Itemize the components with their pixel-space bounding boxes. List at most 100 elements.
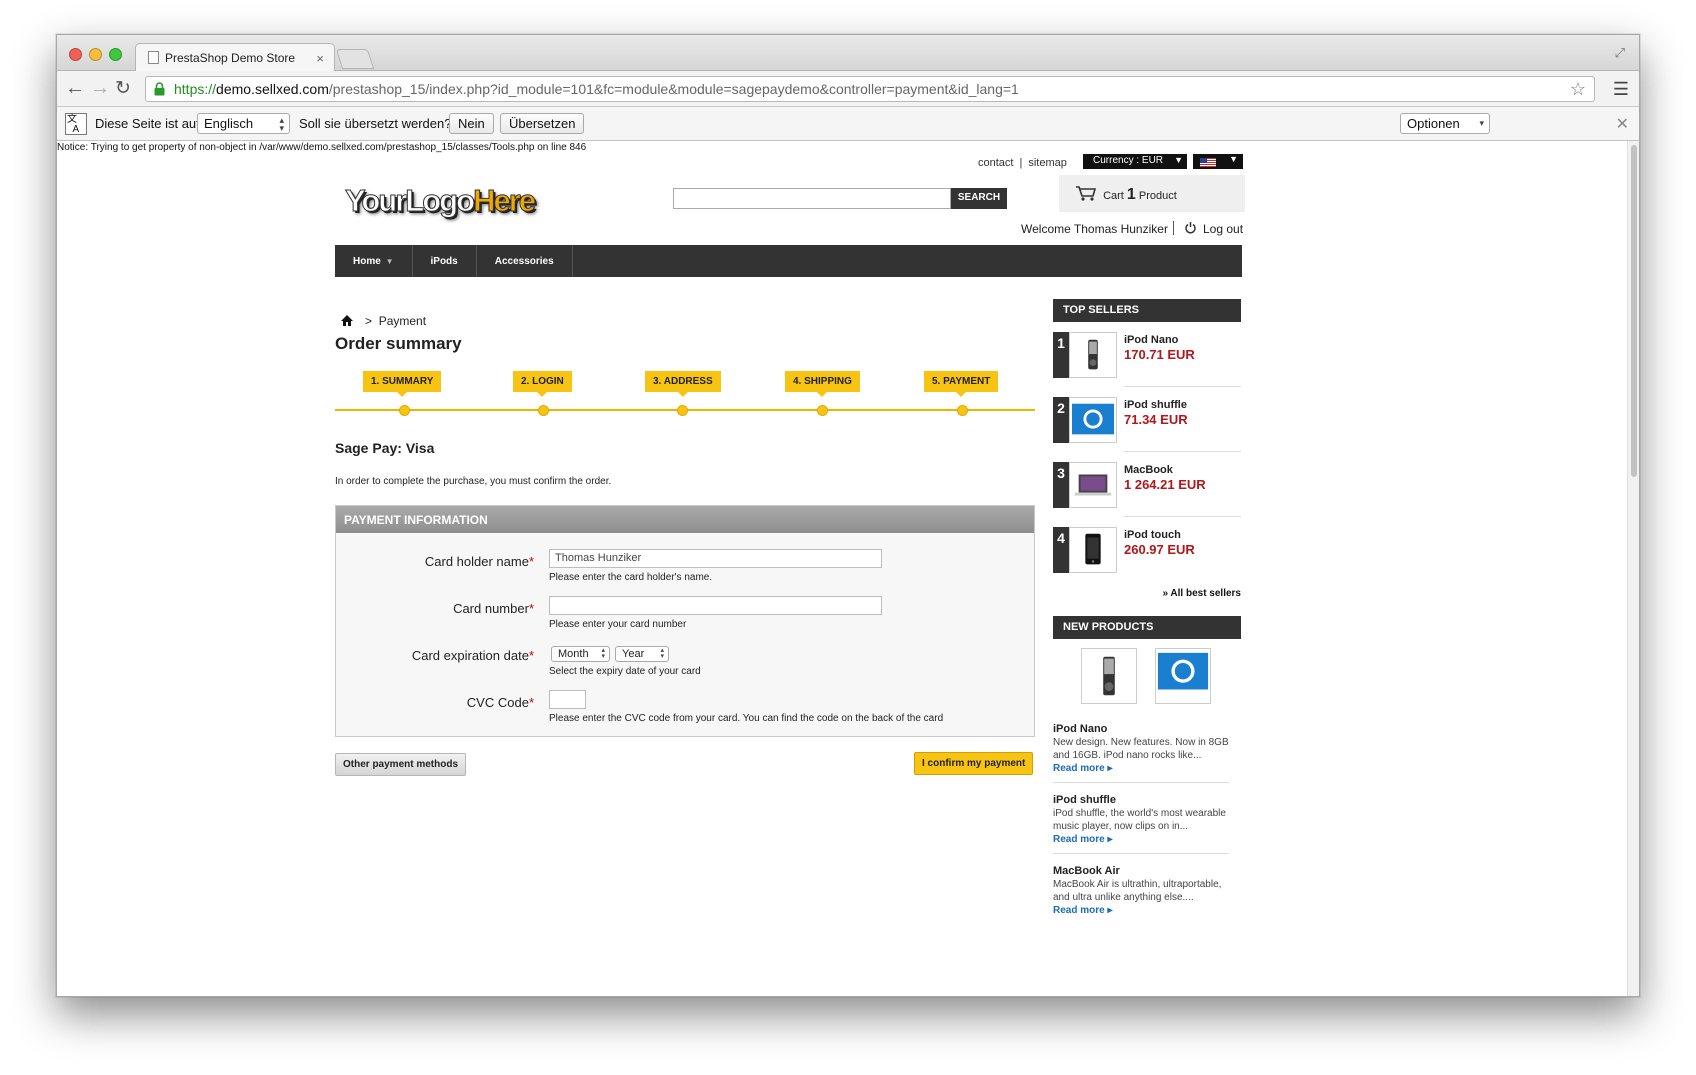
product-name[interactable]: MacBook Air xyxy=(1053,865,1233,877)
card-number-input[interactable] xyxy=(549,596,882,615)
cvc-input[interactable] xyxy=(549,690,586,709)
expiry-hint: Select the expiry date of your card xyxy=(549,666,701,677)
options-select[interactable]: Optionen ▾ xyxy=(1400,113,1490,134)
breadcrumb: > Payment xyxy=(341,314,426,328)
expiry-month-select[interactable]: Month ▴ ▾ xyxy=(551,646,610,662)
nav-accessories[interactable]: Accessories xyxy=(477,245,573,277)
home-icon[interactable] xyxy=(341,315,353,326)
new-tab-button[interactable] xyxy=(335,49,375,69)
read-more-link[interactable]: Read more ▸ xyxy=(1053,834,1233,845)
tab-close-icon[interactable]: × xyxy=(316,51,324,66)
zoom-window-button[interactable] xyxy=(109,48,122,61)
logout-link[interactable]: Log out xyxy=(1203,222,1243,236)
other-payment-methods-button[interactable]: Other payment methods xyxy=(335,753,467,776)
sitemap-link[interactable]: sitemap xyxy=(1028,157,1067,169)
browser-tab[interactable]: PrestaShop Demo Store × xyxy=(135,43,335,72)
scrollbar-thumb[interactable] xyxy=(1631,145,1637,477)
bookmark-star-icon[interactable]: ☆ xyxy=(1570,79,1586,100)
top-seller-item[interactable]: 1 iPod Nano 170.71 EUR xyxy=(1053,332,1241,388)
page-title: Order summary xyxy=(335,334,462,353)
new-product-item: iPod Nano New design. New features. Now … xyxy=(1053,723,1233,783)
no-translate-button[interactable]: Nein xyxy=(449,113,494,134)
product-description: iPod shuffle, the world's most wearable … xyxy=(1053,808,1226,832)
address-bar[interactable]: https://demo.sellxed.com/prestashop_15/i… xyxy=(145,76,1595,102)
power-icon[interactable] xyxy=(1185,221,1196,234)
step-payment[interactable]: 5. PAYMENT xyxy=(924,371,999,416)
step-login[interactable]: 2. LOGIN xyxy=(513,371,572,416)
language-value: Englisch xyxy=(204,116,254,131)
translate-button[interactable]: Übersetzen xyxy=(500,113,585,134)
confirm-payment-button[interactable]: I confirm my payment xyxy=(914,752,1034,775)
cvc-label: CVC Code* xyxy=(467,695,534,710)
cart-icon xyxy=(1076,186,1097,201)
fullscreen-icon[interactable]: ⤢ xyxy=(1615,45,1625,61)
all-best-sellers-link[interactable]: » All best sellers xyxy=(1162,588,1241,599)
step-shipping[interactable]: 4. SHIPPING xyxy=(785,371,860,416)
cvc-label-text: CVC Code xyxy=(466,695,529,710)
step-address[interactable]: 3. ADDRESS xyxy=(645,371,721,416)
tab-strip: PrestaShop Demo Store × ⤢ xyxy=(57,35,1639,72)
ipod-touch-thumbnail xyxy=(1069,527,1117,573)
language-switcher[interactable]: ▼ xyxy=(1193,154,1243,169)
contact-link[interactable]: contact xyxy=(978,157,1013,169)
step-summary[interactable]: 1. SUMMARY xyxy=(363,371,442,416)
card-holder-label-text: Card holder name xyxy=(424,554,529,569)
shop-logo[interactable]: YourLogoHere xyxy=(344,183,536,223)
product-name[interactable]: MacBook xyxy=(1124,464,1173,476)
menu-icon[interactable]: ☰ xyxy=(1613,79,1629,100)
card-holder-label: Card holder name* xyxy=(425,554,534,569)
ipod-shuffle-thumbnail[interactable] xyxy=(1155,648,1211,704)
top-seller-item[interactable]: 4 iPod touch 260.97 EUR xyxy=(1053,527,1241,583)
expiry-year-value: Year xyxy=(622,648,645,660)
currency-select[interactable]: Currency : EUR ▼ xyxy=(1083,154,1187,169)
language-select[interactable]: Englisch ▴ ▾ xyxy=(197,113,290,134)
product-name[interactable]: iPod shuffle xyxy=(1124,399,1187,411)
lock-icon xyxy=(154,82,165,96)
minimize-window-button[interactable] xyxy=(89,48,102,61)
ipod-nano-thumbnail[interactable] xyxy=(1081,648,1137,704)
expiry-label-text: Card expiration date xyxy=(411,648,529,663)
step-dot xyxy=(817,405,828,416)
nav-ipods[interactable]: iPods xyxy=(413,245,477,277)
product-name[interactable]: iPod Nano xyxy=(1053,723,1233,735)
close-window-button[interactable] xyxy=(69,48,82,61)
header-links: contact | sitemap xyxy=(975,157,1070,169)
divider xyxy=(1124,451,1241,452)
reload-icon[interactable]: ↻ xyxy=(115,77,131,100)
translate-bar: 文 A Diese Seite ist auf Englisch ▴ ▾ Soll … xyxy=(57,107,1639,141)
step-label: 1. SUMMARY xyxy=(363,371,442,397)
macbook-thumbnail xyxy=(1069,462,1117,508)
close-translate-icon[interactable]: ✕ xyxy=(1616,114,1629,134)
vertical-scrollbar[interactable] xyxy=(1627,141,1639,996)
select-arrows-icon: ▴ ▾ xyxy=(279,115,284,133)
product-name[interactable]: iPod Nano xyxy=(1124,334,1178,346)
rank-badge: 3 xyxy=(1053,462,1069,508)
step-dot xyxy=(538,405,549,416)
required-mark: * xyxy=(528,554,534,569)
divider xyxy=(1053,853,1229,854)
expiry-year-select[interactable]: Year ▴ ▾ xyxy=(615,646,669,662)
card-number-hint: Please enter your card number xyxy=(549,619,687,630)
card-holder-input[interactable]: Thomas Hunziker xyxy=(549,549,882,568)
product-name[interactable]: iPod touch xyxy=(1124,529,1181,541)
nav-home-label: Home xyxy=(353,256,381,267)
top-seller-item[interactable]: 2 iPod shuffle 71.34 EUR xyxy=(1053,397,1241,453)
nav-home[interactable]: Home ▼ xyxy=(335,245,413,277)
search-button[interactable]: SEARCH xyxy=(951,188,1007,209)
step-dot xyxy=(399,405,410,416)
top-seller-item[interactable]: 3 MacBook 1 264.21 EUR xyxy=(1053,462,1241,518)
tab-title: PrestaShop Demo Store xyxy=(165,51,296,65)
product-name[interactable]: iPod shuffle xyxy=(1053,794,1233,806)
payment-information-box: PAYMENT INFORMATION Card holder name* Th… xyxy=(335,505,1035,737)
cart-block[interactable]: Cart 1 Product xyxy=(1059,175,1245,212)
cart-label: Cart xyxy=(1103,190,1124,202)
forward-icon[interactable]: → xyxy=(90,77,110,100)
product-price: 71.34 EUR xyxy=(1124,412,1188,427)
step-label: 5. PAYMENT xyxy=(924,371,999,397)
page-viewport: Notice: Trying to get property of non-ob… xyxy=(57,141,1629,996)
read-more-link[interactable]: Read more ▸ xyxy=(1053,905,1233,916)
read-more-link[interactable]: Read more ▸ xyxy=(1053,763,1233,774)
back-icon[interactable]: ← xyxy=(65,77,85,100)
search-input[interactable] xyxy=(673,188,951,209)
required-mark: * xyxy=(528,648,534,663)
